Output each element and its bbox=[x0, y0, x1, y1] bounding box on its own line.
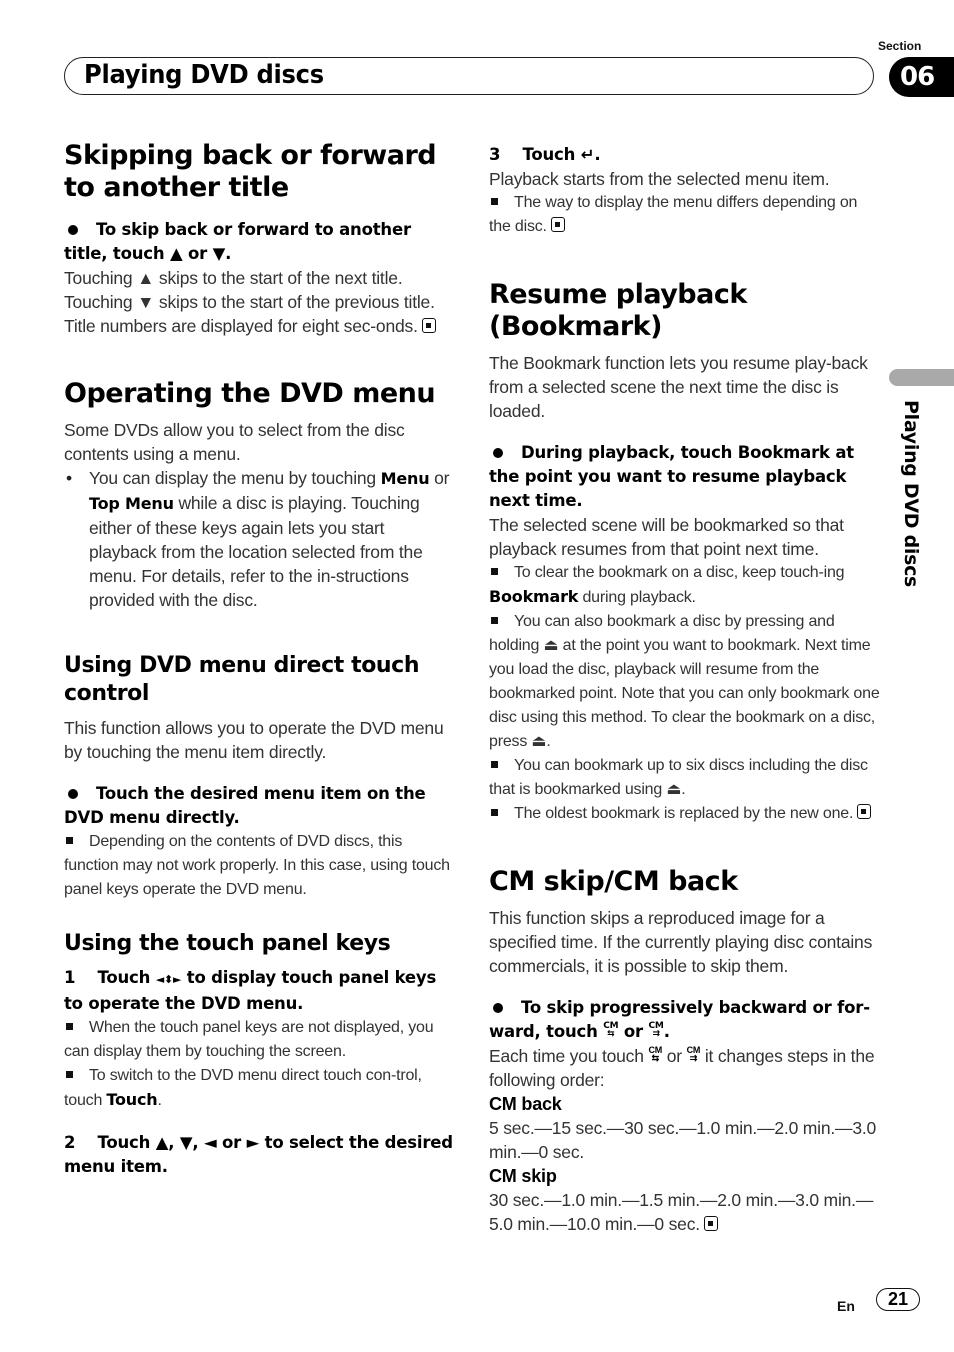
list-item: You can display the menu by touching Men… bbox=[64, 466, 456, 612]
bullet-dot-icon bbox=[493, 1002, 503, 1013]
heading-panel-keys: Using the touch panel keys bbox=[64, 931, 391, 956]
arrow-keys-icon: ◄⬍► bbox=[155, 973, 182, 986]
bullet-dot-icon bbox=[493, 447, 503, 458]
note-square-icon bbox=[491, 568, 498, 576]
note: The way to display the menu differs depe… bbox=[489, 194, 858, 235]
section-label: Section bbox=[878, 39, 922, 53]
note: To switch to the DVD menu direct touch c… bbox=[64, 1067, 422, 1109]
enter-icon: ↵ bbox=[580, 145, 595, 164]
menu-key-label: Menu bbox=[380, 469, 430, 488]
note: You can also bookmark a disc by pressing… bbox=[489, 613, 880, 750]
cm-back-icon: CM ⇆ bbox=[603, 1021, 619, 1039]
note: The oldest bookmark is replaced by the n… bbox=[489, 802, 881, 826]
right-column: 3 Touch ↵. Playback starts from the sele… bbox=[489, 143, 881, 1236]
cm-skip-label: CM skip bbox=[489, 1166, 557, 1186]
heading-bookmark: Resume playback (Bookmark) bbox=[489, 279, 747, 342]
side-tab-marker bbox=[889, 369, 954, 386]
cm-skip-icon: CM ⇉ bbox=[648, 1021, 664, 1039]
bullet-dot-icon bbox=[68, 788, 78, 799]
instruction-cm: To skip progressively backward or for-wa… bbox=[489, 998, 870, 1041]
right-arrow-icon: ► bbox=[246, 1133, 260, 1152]
top-menu-key-label: Top Menu bbox=[89, 494, 174, 513]
heading-cm-skip: CM skip/CM back bbox=[489, 866, 738, 897]
paragraph: Touching ▲ skips to the start of the nex… bbox=[64, 268, 403, 288]
left-column: Skipping back or forward to another titl… bbox=[64, 140, 456, 1179]
up-arrow-icon: ▲ bbox=[137, 268, 155, 288]
cm-back-icon: CM ⇆ bbox=[648, 1045, 663, 1063]
cm-skip-icon: CM ⇉ bbox=[686, 1045, 701, 1063]
note-square-icon bbox=[66, 1023, 73, 1031]
paragraph: Some DVDs allow you to select from the d… bbox=[64, 420, 405, 464]
bookmark-key-label: Bookmark bbox=[489, 587, 579, 606]
end-mark-icon bbox=[550, 217, 565, 232]
paragraph: This function allows you to operate the … bbox=[64, 718, 444, 762]
paragraph: The selected scene will be bookmarked so… bbox=[489, 515, 844, 559]
cm-skip-steps: 30 sec.—1.0 min.—1.5 min.—2.0 min.—3.0 m… bbox=[489, 1190, 874, 1234]
language-label: En bbox=[837, 1298, 855, 1314]
note: Depending on the contents of DVD discs, … bbox=[64, 833, 450, 898]
note-square-icon bbox=[491, 809, 498, 817]
step-2: 2 Touch ▲, ▼, ◄ or ► to select the desir… bbox=[64, 1133, 453, 1176]
note-square-icon bbox=[66, 1071, 73, 1079]
page-number: 21 bbox=[876, 1288, 920, 1311]
note: To clear the bookmark on a disc, keep to… bbox=[489, 564, 845, 606]
note-square-icon bbox=[491, 761, 498, 769]
eject-icon: ⏏ bbox=[666, 781, 682, 798]
end-mark-icon bbox=[857, 804, 872, 819]
step-1: 1 Touch ◄⬍► to display touch panel keys … bbox=[64, 968, 437, 1013]
heading-dvd-menu: Operating the DVD menu bbox=[64, 378, 436, 409]
heading-skip-title: Skipping back or forward to another titl… bbox=[64, 140, 437, 203]
eject-icon: ⏏ bbox=[543, 637, 559, 654]
end-mark-icon bbox=[703, 1216, 718, 1231]
left-arrow-icon: ◄ bbox=[203, 1133, 217, 1152]
paragraph: Playback starts from the selected menu i… bbox=[489, 169, 830, 189]
instruction-bookmark: During playback, touch Bookmark at the p… bbox=[489, 443, 854, 510]
instruction-skip: To skip back or forward to another title… bbox=[64, 220, 411, 263]
end-mark-icon bbox=[421, 318, 436, 333]
paragraph: This function skips a reproduced image f… bbox=[489, 908, 873, 976]
note-square-icon bbox=[491, 617, 498, 625]
note-square-icon bbox=[66, 837, 73, 845]
step-3: 3 Touch ↵. bbox=[489, 145, 601, 164]
touch-key-label: Touch bbox=[106, 1090, 158, 1109]
paragraph: Touching ▼ skips to the start of the pre… bbox=[64, 292, 435, 312]
heading-direct-touch: Using DVD menu direct touch control bbox=[64, 653, 420, 706]
eject-icon: ⏏ bbox=[531, 733, 547, 750]
note: You can bookmark up to six discs includi… bbox=[489, 757, 868, 798]
up-arrow-icon: ▲ bbox=[155, 1133, 169, 1152]
page-title: Playing DVD discs bbox=[84, 60, 324, 90]
down-arrow-icon: ▼ bbox=[179, 1133, 193, 1152]
side-chapter-label: Playing DVD discs bbox=[900, 400, 922, 588]
up-arrow-icon: ▲ bbox=[169, 244, 183, 263]
bullet-list: You can display the menu by touching Men… bbox=[64, 466, 456, 612]
down-arrow-icon: ▼ bbox=[137, 292, 155, 312]
section-number-badge: 06 bbox=[889, 57, 954, 97]
note-square-icon bbox=[491, 198, 498, 206]
cm-back-steps: 5 sec.—15 sec.—30 sec.—1.0 min.—2.0 min.… bbox=[489, 1118, 877, 1162]
down-arrow-icon: ▼ bbox=[212, 244, 226, 263]
note: When the touch panel keys are not displa… bbox=[64, 1019, 434, 1060]
paragraph: Each time you touch CM ⇆ or CM ⇉ it change… bbox=[489, 1045, 875, 1091]
paragraph: Title numbers are displayed for eight se… bbox=[64, 314, 456, 338]
instruction-direct-touch: Touch the desired menu item on the DVD m… bbox=[64, 784, 426, 827]
paragraph: The Bookmark function lets you resume pl… bbox=[489, 353, 868, 421]
cm-back-label: CM back bbox=[489, 1094, 562, 1114]
bullet-dot-icon bbox=[68, 224, 78, 235]
